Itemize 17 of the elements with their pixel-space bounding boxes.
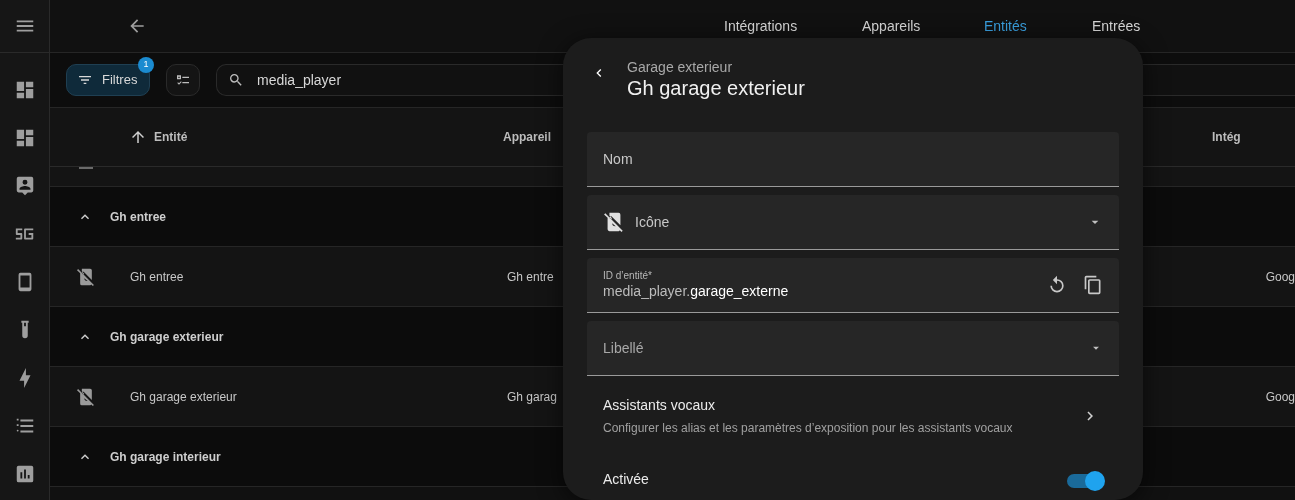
group-title: Gh garage interieur (110, 448, 221, 466)
table-cell-text: Gh garag (506, 388, 558, 406)
table-cell-text: Gh entre (506, 268, 555, 286)
field-label: ID d’entité* (603, 270, 653, 282)
group-title: Gh garage exterieur (110, 328, 224, 346)
field-value: media_player.garage_externe (603, 282, 790, 300)
table-cell-text: Goog (1265, 268, 1295, 286)
item-description: Configurer les alias et les paramètres d’exposition pour les assistants vocaux (603, 420, 1014, 437)
group-title: Gh entree (110, 208, 166, 226)
table-cell-text: Goog (1265, 388, 1295, 406)
setting-label: Activée (603, 470, 650, 489)
item-title: Assistants vocaux (603, 396, 717, 415)
breadcrumb: Garage exterieur (627, 59, 734, 75)
count-badge: 1 (138, 57, 154, 73)
entity-name: Gh entree (130, 268, 185, 286)
dialog-title: Gh garage exterieur (627, 76, 805, 101)
entity-name: Gh garage exterieur (130, 388, 238, 406)
